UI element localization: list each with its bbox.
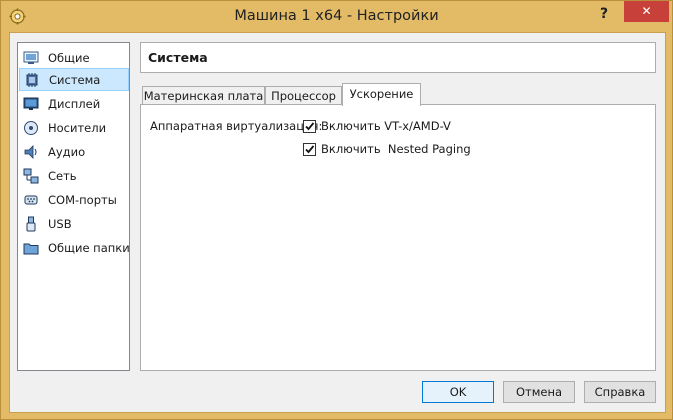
sidebar-item-storage[interactable]: Носители	[19, 116, 129, 139]
settings-window: Машина 1 x64 - Настройки ? ✕ Общие Систе…	[0, 0, 673, 420]
acceleration-panel: Аппаратная виртуализация: Включить VT-x/…	[140, 104, 656, 371]
sidebar-item-general[interactable]: Общие	[19, 46, 129, 69]
sidebar-item-shared-folders[interactable]: Общие папки	[19, 236, 130, 259]
tab-acceleration[interactable]: Ускорение	[342, 83, 421, 106]
display-icon	[23, 97, 39, 110]
close-button[interactable]: ✕	[624, 1, 669, 22]
tab-processor[interactable]: Процессор	[265, 86, 342, 106]
sidebar-item-label: Аудио	[48, 144, 86, 159]
system-icon	[26, 72, 38, 87]
vtx-option[interactable]: Включить VT-x/AMD-V	[303, 119, 451, 133]
window-title: Машина 1 x64 - Настройки	[234, 8, 439, 24]
general-icon	[23, 51, 39, 64]
sidebar-item-label: COM-порты	[48, 192, 117, 207]
sidebar-item-network[interactable]: Сеть	[19, 164, 129, 187]
section-header: Система	[140, 42, 656, 73]
sidebar-item-label: Носители	[48, 120, 107, 135]
section-title: Система	[148, 50, 208, 65]
help-title-button[interactable]: ?	[591, 4, 617, 26]
nested-paging-option[interactable]: Включить Nested Paging	[303, 142, 471, 156]
sidebar-item-label: USB	[48, 216, 72, 231]
nested-paging-checkbox[interactable]	[303, 142, 316, 156]
client-area: Общие Система Дисплей Носители Аудио Сет…	[9, 32, 666, 413]
speaker-icon	[24, 144, 37, 159]
checkmark-icon	[305, 121, 315, 130]
sidebar-item-label: Общие папки	[48, 240, 130, 255]
usb-icon	[26, 216, 36, 231]
sidebar-item-usb[interactable]: USB	[19, 212, 129, 235]
sidebar-item-label: Система	[49, 72, 101, 87]
sidebar-item-label: Дисплей	[48, 96, 101, 111]
folder-icon	[23, 243, 39, 254]
hardware-virtualization-label: Аппаратная виртуализация:	[150, 119, 323, 133]
tab-motherboard[interactable]: Материнская плата	[142, 86, 265, 106]
vtx-checkbox[interactable]	[303, 119, 316, 133]
help-button[interactable]: Справка	[584, 381, 656, 403]
title-bar[interactable]: Машина 1 x64 - Настройки ? ✕	[1, 1, 672, 32]
sidebar-item-serial-ports[interactable]: COM-порты	[19, 188, 129, 211]
sidebar-item-system[interactable]: Система	[19, 68, 129, 91]
checkmark-icon	[305, 144, 315, 153]
ok-button[interactable]: OK	[422, 381, 494, 403]
sidebar-item-label: Сеть	[48, 168, 77, 183]
sidebar-item-audio[interactable]: Аудио	[19, 140, 129, 163]
cancel-button[interactable]: Отмена	[503, 381, 575, 403]
storage-icon	[24, 120, 38, 135]
serial-port-icon	[24, 195, 38, 204]
vtx-checkbox-label: Включить VT-x/AMD-V	[321, 119, 451, 133]
nested-paging-checkbox-label: Включить Nested Paging	[321, 142, 471, 156]
sidebar-item-display[interactable]: Дисплей	[19, 92, 129, 115]
network-icon	[23, 168, 39, 183]
sidebar-item-label: Общие	[48, 50, 90, 65]
settings-sidebar: Общие Система Дисплей Носители Аудио Сет…	[17, 42, 130, 371]
